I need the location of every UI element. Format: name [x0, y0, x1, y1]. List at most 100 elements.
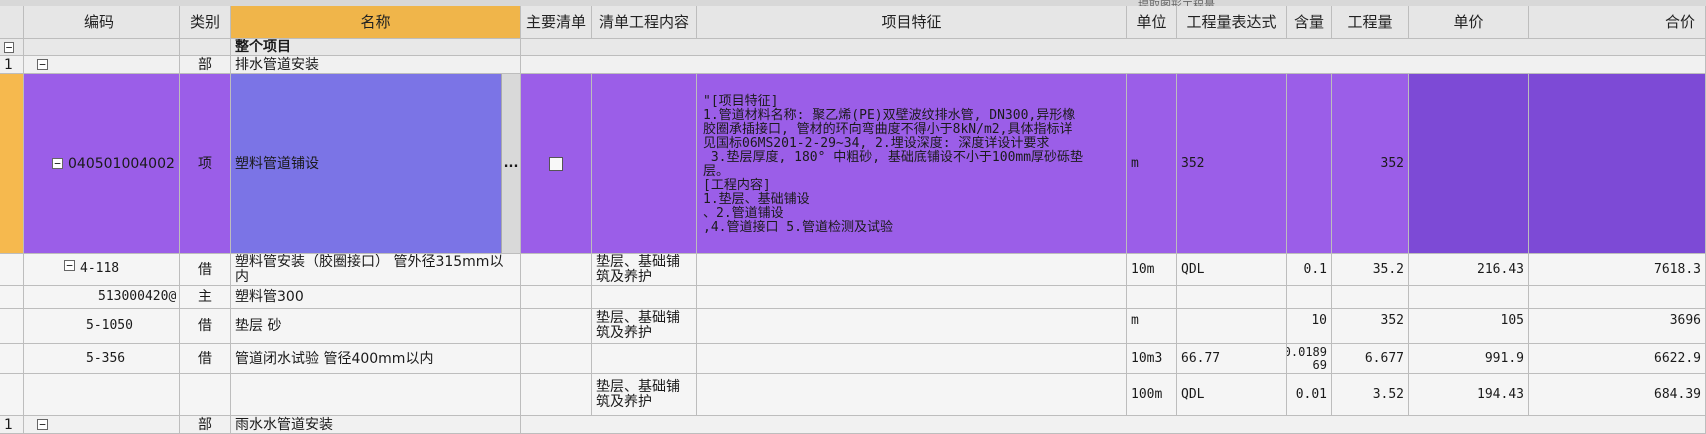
row-sub1a-code[interactable]: 513000420@ — [24, 286, 180, 309]
row-sub2-category: 借 — [180, 309, 231, 344]
header-main-list[interactable]: 主要清单 — [521, 6, 592, 39]
row-sub4-price[interactable]: 194.43 — [1409, 374, 1529, 416]
row-sub2-list-content[interactable]: 垫层、基础铺 筑及养护 — [592, 309, 697, 344]
row-section2-category: 部 — [180, 416, 231, 434]
feature-line-1: 1.管道材料名称: 聚乙烯(PE)双壁波纹排水管, DN300,异形橡 — [703, 108, 1076, 123]
row-sub1-qty[interactable]: 35.2 — [1332, 254, 1409, 286]
row-sub1-category: 借 — [180, 254, 231, 286]
header-name[interactable]: 名称 — [231, 6, 521, 39]
row-item-qty[interactable]: 352 — [1332, 74, 1409, 254]
more-button[interactable]: ... — [501, 74, 520, 253]
row-sub1a-qty — [1332, 286, 1409, 309]
row-sub1-list-content[interactable]: 垫层、基础铺 筑及养护 — [592, 254, 697, 286]
row-sub1-main-list — [521, 254, 592, 286]
row-sub4-list-content-line2: 筑及养护 — [596, 393, 652, 410]
row-sub1-content[interactable]: 0.1 — [1287, 254, 1332, 286]
row-item-total — [1529, 74, 1706, 254]
row-sub1-name[interactable]: 塑料管安装（胶圈接口） 管外径315mm以 内 — [231, 254, 521, 286]
row-sub4-qty[interactable]: 3.52 — [1332, 374, 1409, 416]
row-sub3-content[interactable]: 0.0189 69 — [1287, 344, 1332, 374]
row-sub4-total[interactable]: 684.39 — [1529, 374, 1706, 416]
row-sub3-name[interactable]: 管道闭水试验 管径400mm以内 — [231, 344, 521, 374]
row-section1-name[interactable]: 排水管道安装 — [231, 56, 521, 74]
row-sub3-qty[interactable]: 6.677 — [1332, 344, 1409, 374]
row-sub3-code[interactable]: 5-356 — [24, 344, 180, 374]
row-sub4-unit[interactable]: 100m — [1127, 374, 1177, 416]
collapse-toggle-icon[interactable]: − — [37, 419, 48, 430]
row-item-code-cell[interactable]: − 040501004002 — [24, 74, 180, 254]
row-sub2-total[interactable]: 3696 — [1529, 309, 1706, 344]
collapse-toggle-icon[interactable]: − — [52, 158, 63, 169]
row-sub4-list-content-line1: 垫层、基础铺 — [596, 378, 680, 395]
header-price[interactable]: 单价 — [1409, 6, 1529, 39]
row-sub1a-expr — [1177, 286, 1287, 309]
row-whole-toggle-cell: − — [0, 39, 24, 56]
collapse-toggle-icon[interactable]: − — [64, 260, 75, 271]
row-section2-code: − — [24, 416, 180, 434]
row-sub4-expr[interactable]: QDL — [1177, 374, 1287, 416]
row-sub3-category: 借 — [180, 344, 231, 374]
row-sub1-price[interactable]: 216.43 — [1409, 254, 1529, 286]
row-sub1-list-content-line1: 垫层、基础铺 — [596, 254, 680, 270]
row-sub1-expr[interactable]: QDL — [1177, 254, 1287, 286]
header-total[interactable]: 合价 — [1529, 6, 1706, 39]
row-sub1a-list-content — [592, 286, 697, 309]
row-sub4-name — [231, 374, 521, 416]
row-section2-name[interactable]: 雨水水管道安装 — [231, 416, 521, 434]
row-sub2-list-content-line2: 筑及养护 — [596, 325, 652, 341]
row-sub2-qty[interactable]: 352 — [1332, 309, 1409, 344]
collapse-toggle-icon[interactable]: − — [4, 41, 14, 53]
row-section1-category: 部 — [180, 56, 231, 74]
row-sub4-code — [24, 374, 180, 416]
row-sub2-name[interactable]: 垫层 砂 — [231, 309, 521, 344]
row-whole-name[interactable]: 整个项目 — [231, 39, 521, 56]
row-sub1-index — [0, 254, 24, 286]
row-sub4-content[interactable]: 0.01 — [1287, 374, 1332, 416]
row-item-name-cell[interactable]: 塑料管道铺设 ... — [231, 74, 521, 254]
row-sub3-price[interactable]: 991.9 — [1409, 344, 1529, 374]
row-whole-rest — [521, 39, 1706, 56]
row-sub1-unit[interactable]: 10m — [1127, 254, 1177, 286]
row-section1-index: 1 — [0, 56, 24, 74]
row-sub3-total[interactable]: 6622.9 — [1529, 344, 1706, 374]
row-sub2-feature — [697, 309, 1127, 344]
row-sub1a-total — [1529, 286, 1706, 309]
row-item-name: 塑料管道铺设 — [235, 155, 319, 172]
header-content[interactable]: 含量 — [1287, 6, 1332, 39]
row-sub4-category — [180, 374, 231, 416]
collapse-toggle-icon[interactable]: − — [37, 59, 48, 70]
main-list-checkbox[interactable] — [549, 156, 563, 171]
header-unit[interactable]: 单位 — [1127, 6, 1177, 39]
header-index — [0, 6, 24, 39]
row-sub3-expr[interactable]: 66.77 — [1177, 344, 1287, 374]
row-sub1a-name[interactable]: 塑料管300 — [231, 286, 521, 309]
row-sub2-expr[interactable] — [1177, 309, 1287, 344]
feature-line-7: 1.垫层、基础铺设 — [703, 192, 810, 207]
header-list-content[interactable]: 清单工程内容 — [592, 6, 697, 39]
row-sub3-unit[interactable]: 10m3 — [1127, 344, 1177, 374]
header-code[interactable]: 编码 — [24, 6, 180, 39]
row-sub3-index — [0, 344, 24, 374]
row-sub1-code-cell[interactable]: − 4-118 — [24, 254, 180, 286]
row-item-expr[interactable]: 352 — [1177, 74, 1287, 254]
row-section2-rest — [521, 416, 1706, 434]
header-feature[interactable]: 项目特征 — [697, 6, 1127, 39]
row-sub2-unit[interactable]: m — [1127, 309, 1177, 344]
header-qty[interactable]: 工程量 — [1332, 6, 1409, 39]
row-sub1-code: 4-118 — [80, 261, 120, 276]
row-sub1-total[interactable]: 7618.3 — [1529, 254, 1706, 286]
row-item-index — [0, 74, 24, 254]
row-item-main-list — [521, 74, 592, 254]
row-sub2-code[interactable]: 5-1050 — [24, 309, 180, 344]
row-sub4-list-content[interactable]: 垫层、基础铺 筑及养护 — [592, 374, 697, 416]
row-sub2-content[interactable]: 10 — [1287, 309, 1332, 344]
header-expr[interactable]: 工程量表达式 — [1177, 6, 1287, 39]
row-sub2-price[interactable]: 105 — [1409, 309, 1529, 344]
feature-line-3: 见国标06MS201-2-29~34, 2.埋设深度: 深度详设计要求 — [703, 136, 1050, 151]
row-sub3-feature — [697, 344, 1127, 374]
row-item-unit[interactable]: m — [1127, 74, 1177, 254]
row-sub2-list-content-line1: 垫层、基础铺 — [596, 310, 680, 326]
bill-grid: 编码 类别 名称 主要清单 清单工程内容 项目特征 单位 工程量表达式 含量 工… — [0, 6, 1706, 434]
header-category[interactable]: 类别 — [180, 6, 231, 39]
row-item-feature[interactable]: "[项目特征] 1.管道材料名称: 聚乙烯(PE)双壁波纹排水管, DN300,… — [697, 74, 1127, 254]
